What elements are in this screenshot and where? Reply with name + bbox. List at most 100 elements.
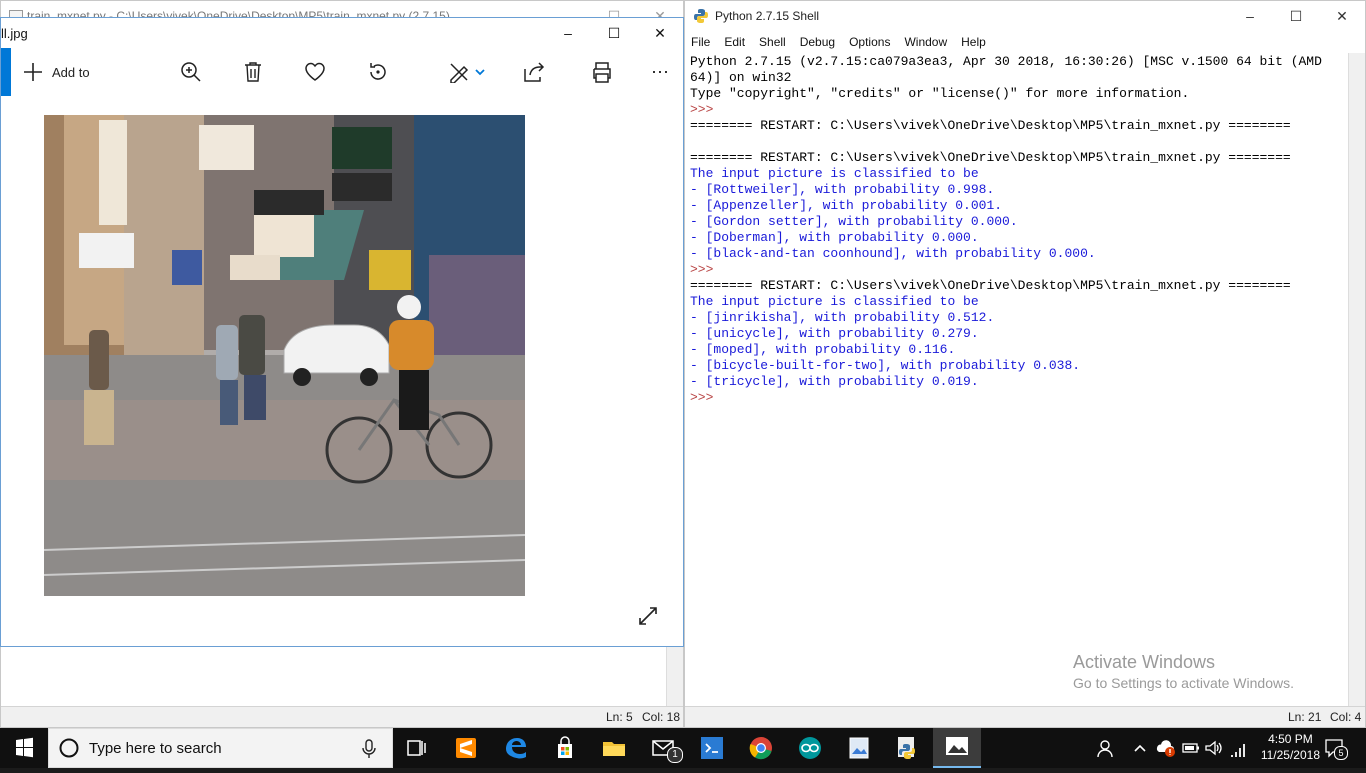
volume-icon[interactable] xyxy=(1204,738,1224,758)
search-placeholder: Type here to search xyxy=(89,740,222,757)
sublime-icon[interactable] xyxy=(450,732,482,764)
shell-scrollbar[interactable] xyxy=(1348,53,1365,709)
action-center-button[interactable]: 5 xyxy=(1324,738,1348,760)
chrome-icon[interactable] xyxy=(745,732,777,764)
edge-icon[interactable] xyxy=(500,732,532,764)
menu-shell[interactable]: Shell xyxy=(752,32,793,52)
console-line: Type "copyright", "credits" or "license(… xyxy=(690,86,1190,101)
console-line: - [Rottweiler], with probability 0.998. xyxy=(690,182,995,197)
accent-bar xyxy=(1,48,11,96)
street-scene-image xyxy=(44,115,525,596)
console-line: - [unicycle], with probability 0.279. xyxy=(690,326,979,341)
battery-icon[interactable] xyxy=(1181,738,1201,758)
console-line: >>> xyxy=(690,102,722,117)
image-viewer-icon[interactable] xyxy=(843,732,875,764)
people-icon[interactable] xyxy=(1096,738,1116,758)
editor-status-bar: Ln: 5 Col: 18 xyxy=(1,706,683,727)
add-to-label: Add to xyxy=(52,64,90,80)
shell-console[interactable]: Python 2.7.15 (v2.7.15:ca079a3ea3, Apr 3… xyxy=(690,54,1346,704)
shell-title: Python 2.7.15 Shell xyxy=(715,9,820,23)
taskbar-search-box[interactable]: Type here to search xyxy=(48,728,393,768)
photos-minimize-button[interactable]: – xyxy=(545,18,591,48)
photos-toolbar: Add to ⋯ xyxy=(1,48,683,96)
console-line: >>> xyxy=(690,390,722,405)
menu-options[interactable]: Options xyxy=(842,32,897,52)
chevron-up-icon[interactable] xyxy=(1133,738,1147,758)
windows-logo-icon xyxy=(16,737,33,758)
menu-edit[interactable]: Edit xyxy=(717,32,752,52)
python-shell-window[interactable]: Python 2.7.15 Shell – ☐ ✕ File Edit Shel… xyxy=(684,0,1366,728)
console-line: 64)] on win32 xyxy=(690,70,792,85)
more-icon: ⋯ xyxy=(651,61,670,82)
watermark-line-1: Activate Windows xyxy=(1073,652,1216,672)
python-icon xyxy=(694,9,708,23)
favorite-button[interactable] xyxy=(304,58,326,86)
shell-line-status: Ln: 21 xyxy=(1288,710,1322,724)
full-screen-button[interactable] xyxy=(637,605,659,627)
activate-windows-watermark: Activate Windows Go to Settings to activ… xyxy=(1073,652,1294,691)
add-to-button[interactable]: Add to xyxy=(23,58,90,86)
zoom-in-button[interactable] xyxy=(180,58,202,86)
rotate-button[interactable] xyxy=(367,58,389,86)
zoom-in-icon xyxy=(181,62,201,82)
console-line: - [Appenzeller], with probability 0.001. xyxy=(690,198,1003,213)
wifi-icon[interactable] xyxy=(1228,738,1248,758)
watermark-line-2: Go to Settings to activate Windows. xyxy=(1073,675,1294,691)
expand-icon xyxy=(639,607,657,625)
vscode-icon[interactable] xyxy=(696,732,728,764)
taskbar: Type here to search 1 4:50 PM 11/25/2018… xyxy=(0,728,1366,768)
editor-scrollbar[interactable] xyxy=(666,641,683,709)
start-button[interactable] xyxy=(0,728,48,768)
shell-close-button[interactable]: ✕ xyxy=(1319,1,1365,31)
chevron-down-icon xyxy=(475,69,485,76)
console-line: The input picture is classified to be xyxy=(690,166,979,181)
console-line: Python 2.7.15 (v2.7.15:ca079a3ea3, Apr 3… xyxy=(690,54,1322,69)
menu-help[interactable]: Help xyxy=(954,32,993,52)
photos-maximize-button[interactable]: ☐ xyxy=(591,18,637,48)
delete-button[interactable] xyxy=(244,58,262,86)
console-line: - [moped], with probability 0.116. xyxy=(690,342,956,357)
console-line: - [jinrikisha], with probability 0.512. xyxy=(690,310,995,325)
photo-image xyxy=(44,115,525,596)
shell-maximize-button[interactable]: ☐ xyxy=(1273,1,1319,31)
shell-col-status: Col: 4 xyxy=(1330,710,1362,724)
more-button[interactable]: ⋯ xyxy=(651,58,670,86)
mail-icon[interactable]: 1 xyxy=(647,732,683,764)
arduino-icon[interactable] xyxy=(794,732,826,764)
shell-minimize-button[interactable]: – xyxy=(1227,1,1273,31)
console-line: ======== RESTART: C:\Users\vivek\OneDriv… xyxy=(690,118,1291,133)
menu-file[interactable]: File xyxy=(685,32,717,52)
menu-window[interactable]: Window xyxy=(897,32,954,52)
photos-window[interactable]: ll.jpg – ☐ ✕ Add to ⋯ xyxy=(0,17,684,647)
menu-debug[interactable]: Debug xyxy=(793,32,842,52)
print-button[interactable] xyxy=(591,58,613,86)
console-line: - [bicycle-built-for-two], with probabil… xyxy=(690,358,1081,373)
python-idle-icon[interactable] xyxy=(892,732,924,764)
mail-badge: 1 xyxy=(667,747,683,763)
task-view-icon[interactable] xyxy=(400,732,432,764)
clock[interactable]: 4:50 PM 11/25/2018 xyxy=(1261,731,1320,763)
search-icon xyxy=(59,738,79,758)
photos-file-name: ll.jpg xyxy=(1,25,28,41)
rotate-icon xyxy=(370,63,386,80)
console-line: ======== RESTART: C:\Users\vivek\OneDriv… xyxy=(690,278,1291,293)
edit-create-button[interactable] xyxy=(448,58,486,86)
shell-menu-bar: File Edit Shell Debug Options Window Hel… xyxy=(685,32,993,52)
shell-status-bar: Ln: 21 Col: 4 xyxy=(685,706,1365,727)
print-icon xyxy=(593,62,611,83)
console-line: ======== RESTART: C:\Users\vivek\OneDriv… xyxy=(690,150,1291,165)
console-line: The input picture is classified to be xyxy=(690,294,979,309)
photos-close-button[interactable]: ✕ xyxy=(637,18,683,48)
file-explorer-icon[interactable] xyxy=(598,732,630,764)
onedrive-warning-icon[interactable] xyxy=(1156,738,1176,758)
notification-count: 5 xyxy=(1334,746,1348,760)
favorite-icon xyxy=(305,62,325,81)
share-button[interactable] xyxy=(523,58,545,86)
console-line: - [black-and-tan coonhound], with probab… xyxy=(690,246,1096,261)
clock-time: 4:50 PM xyxy=(1268,732,1313,746)
photos-icon[interactable] xyxy=(933,728,981,768)
store-icon[interactable] xyxy=(549,732,581,764)
microphone-icon[interactable] xyxy=(362,739,376,759)
console-line: - [Doberman], with probability 0.000. xyxy=(690,230,979,245)
